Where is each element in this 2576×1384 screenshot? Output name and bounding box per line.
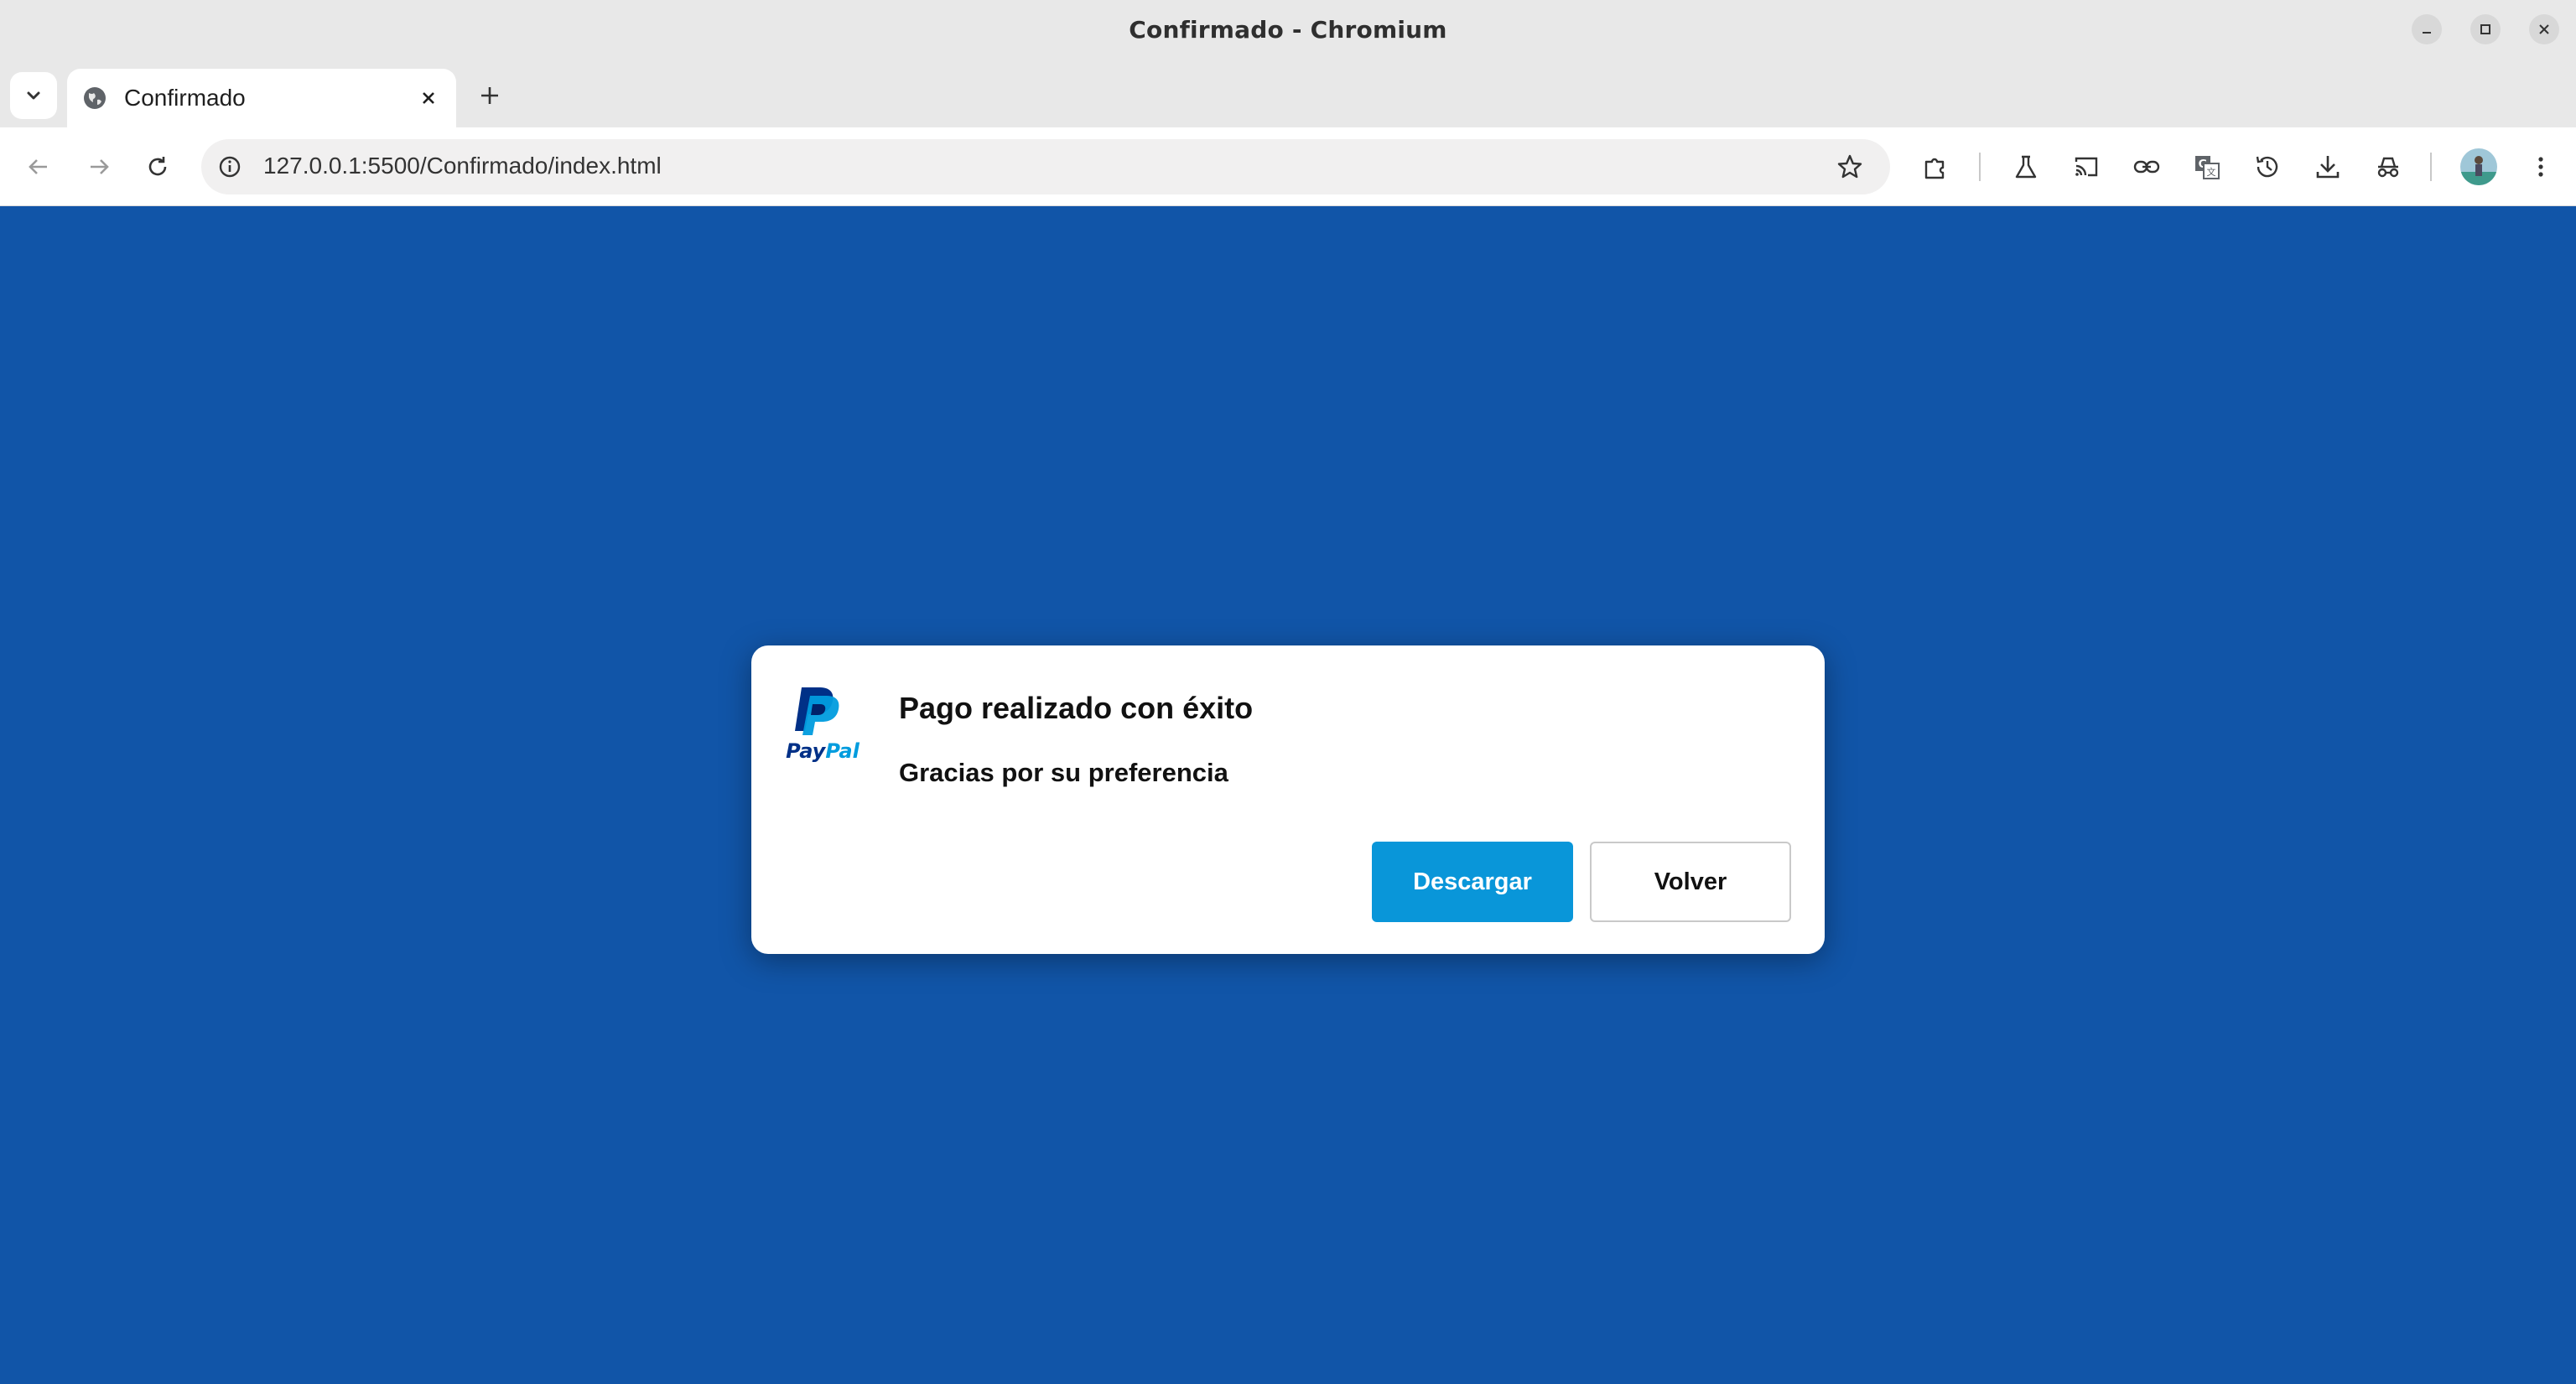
history-icon[interactable] <box>2251 150 2284 184</box>
download-icon[interactable] <box>2311 150 2345 184</box>
dialog-title: Pago realizado con éxito <box>899 691 1254 725</box>
browser-toolbar: 127.0.0.1:5500/Confirmado/index.html G文 <box>0 127 2576 206</box>
window-controls <box>2412 14 2559 44</box>
url-text: 127.0.0.1:5500/Confirmado/index.html <box>263 153 662 179</box>
browser-window: Confirmado - Chromium Confirmado 127.0.0… <box>0 0 2576 1384</box>
translate-icon[interactable]: G文 <box>2190 150 2224 184</box>
forward-icon[interactable] <box>82 150 116 184</box>
title-bar: Confirmado - Chromium <box>0 0 2576 59</box>
close-icon <box>2539 24 2549 34</box>
dialog-subtitle: Gracias por su preferencia <box>899 758 1228 787</box>
avatar-icon <box>2460 156 2497 185</box>
tab-search-button[interactable] <box>10 72 57 119</box>
maximize-icon <box>2480 24 2490 34</box>
menu-kebab-icon[interactable] <box>2524 150 2558 184</box>
back-icon[interactable] <box>22 150 55 184</box>
profile-avatar[interactable] <box>2460 148 2497 185</box>
new-tab-icon[interactable] <box>473 79 506 112</box>
svg-text:PayPal: PayPal <box>786 739 860 763</box>
close-window-button[interactable] <box>2529 14 2559 44</box>
toolbar-separator <box>1979 153 1981 181</box>
reload-icon[interactable] <box>141 150 174 184</box>
paypal-logo: PayPal <box>786 687 860 763</box>
toolbar-separator <box>2430 153 2432 181</box>
link-icon[interactable] <box>2130 150 2163 184</box>
tab-strip: Confirmado <box>0 59 2576 127</box>
payment-success-dialog: PayPal Pago realizado con éxito Gracias … <box>751 645 1825 954</box>
tab-close-icon[interactable] <box>416 86 441 111</box>
page-content: PayPal Pago realizado con éxito Gracias … <box>0 206 2576 1384</box>
maximize-button[interactable] <box>2470 14 2501 44</box>
minimize-icon <box>2423 32 2431 34</box>
cast-icon[interactable] <box>2070 150 2103 184</box>
back-button[interactable]: Volver <box>1590 842 1791 922</box>
tab-title: Confirmado <box>124 85 246 111</box>
svg-text:文: 文 <box>2207 166 2216 178</box>
window-title: Confirmado - Chromium <box>1129 15 1447 44</box>
globe-icon <box>84 87 106 109</box>
site-info-icon[interactable] <box>216 153 243 180</box>
tab-confirmado[interactable]: Confirmado <box>67 69 456 127</box>
minimize-button[interactable] <box>2412 14 2442 44</box>
address-bar[interactable]: 127.0.0.1:5500/Confirmado/index.html <box>201 139 1890 194</box>
bookmark-star-icon[interactable] <box>1835 152 1865 182</box>
chevron-down-icon <box>27 91 40 100</box>
download-button[interactable]: Descargar <box>1372 842 1573 922</box>
extensions-icon[interactable] <box>1919 150 1952 184</box>
incognito-icon[interactable] <box>2371 150 2405 184</box>
labs-flask-icon[interactable] <box>2009 150 2043 184</box>
